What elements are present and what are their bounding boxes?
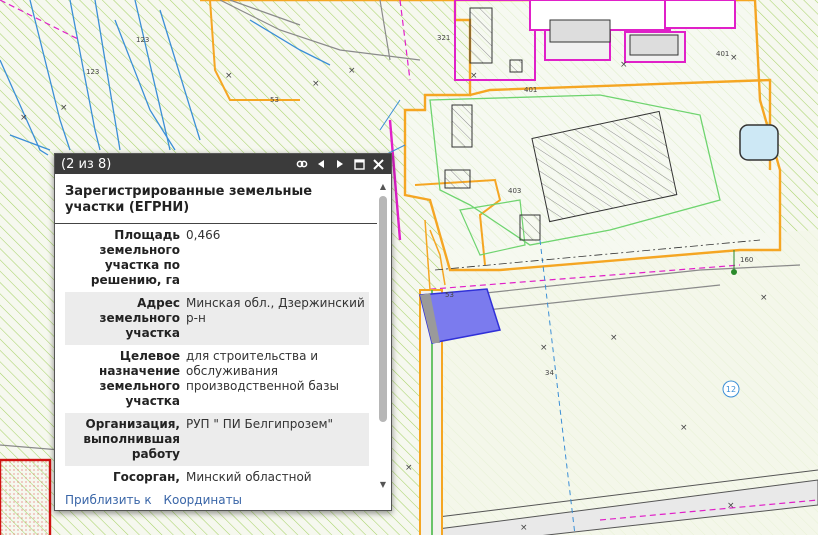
field-name: Целевое назначение земельного участка bbox=[99, 349, 180, 408]
close-icon[interactable] bbox=[371, 157, 385, 171]
attribute-table: Площадь земельного участка по решению, г… bbox=[65, 224, 369, 484]
popup-actions: Приблизить к Координаты bbox=[65, 493, 250, 507]
svg-text:×: × bbox=[540, 343, 548, 353]
field-value: Минский областной исполнительный комитет bbox=[186, 470, 312, 484]
field-value: РУП " ПИ Белгипрозем" bbox=[186, 417, 334, 431]
next-icon[interactable] bbox=[333, 157, 347, 171]
scroll-up-icon[interactable]: ▲ bbox=[378, 182, 388, 192]
field-value: Минская обл., Дзержинский р-н bbox=[186, 296, 365, 325]
svg-text:×: × bbox=[312, 79, 320, 89]
scroll-down-icon[interactable]: ▼ bbox=[378, 480, 388, 490]
parcel-label: 123 bbox=[86, 68, 99, 76]
red-plot bbox=[0, 458, 52, 535]
field-name: Адрес земельного участка bbox=[99, 296, 180, 340]
svg-text:×: × bbox=[20, 113, 28, 123]
field-name: Госорган, принявший bbox=[112, 470, 180, 484]
svg-text:×: × bbox=[405, 463, 413, 473]
svg-text:×: × bbox=[348, 66, 356, 76]
popup-titlebar: (2 из 8) bbox=[55, 154, 391, 174]
parcel-label: 321 bbox=[437, 34, 450, 42]
svg-text:×: × bbox=[520, 523, 528, 533]
svg-text:×: × bbox=[60, 103, 68, 113]
parcel-label: 34 bbox=[545, 369, 554, 377]
popup-content[interactable]: Зарегистрированные земельные участки (ЕГ… bbox=[55, 175, 377, 484]
field-name: Площадь земельного участка по решению, г… bbox=[90, 228, 180, 287]
field-name: Организация, выполнившая работу bbox=[83, 417, 180, 461]
info-popup: (2 из 8) Зарегистрированные земельные уч… bbox=[54, 153, 392, 511]
svg-text:×: × bbox=[680, 423, 688, 433]
popup-counter: (2 из 8) bbox=[61, 156, 112, 172]
svg-text:×: × bbox=[610, 333, 618, 343]
table-row: Адрес земельного участка Минская обл., Д… bbox=[65, 292, 369, 345]
popup-scrollbar[interactable]: ▲ ▼ bbox=[378, 182, 388, 490]
parcel-label: 401 bbox=[524, 86, 537, 94]
coordinates-link[interactable]: Координаты bbox=[163, 493, 242, 507]
table-row: Целевое назначение земельного участка дл… bbox=[65, 345, 369, 413]
svg-text:×: × bbox=[470, 71, 478, 81]
prev-icon[interactable] bbox=[314, 157, 328, 171]
water-tank bbox=[739, 124, 779, 161]
popup-header: Зарегистрированные земельные участки (ЕГ… bbox=[55, 175, 377, 224]
parcel-label: 160 bbox=[740, 256, 753, 264]
svg-text:×: × bbox=[620, 60, 628, 70]
table-row: Организация, выполнившая работу РУП " ПИ… bbox=[65, 413, 369, 466]
scroll-thumb[interactable] bbox=[379, 196, 387, 422]
zoom-to-link[interactable]: Приблизить к bbox=[65, 493, 152, 507]
svg-text:×: × bbox=[730, 53, 738, 63]
table-row: Госорган, принявший Минский областной ис… bbox=[65, 466, 369, 484]
svg-text:×: × bbox=[727, 501, 735, 511]
table-row: Площадь земельного участка по решению, г… bbox=[65, 224, 369, 292]
parcel-label: 53 bbox=[270, 96, 279, 104]
parcel-label: 123 bbox=[136, 36, 149, 44]
circle-number: 12 bbox=[726, 385, 736, 394]
parcel-label: 53 bbox=[445, 291, 454, 299]
parcel-label: 401 bbox=[716, 50, 729, 58]
field-value: для строительства и обслуживания произво… bbox=[186, 349, 339, 393]
svg-text:×: × bbox=[225, 71, 233, 81]
link-icon[interactable] bbox=[295, 157, 309, 171]
field-value: 0,466 bbox=[186, 228, 221, 242]
maximize-icon[interactable] bbox=[352, 157, 366, 171]
svg-text:×: × bbox=[760, 293, 768, 303]
parcel-label: 403 bbox=[508, 187, 521, 195]
